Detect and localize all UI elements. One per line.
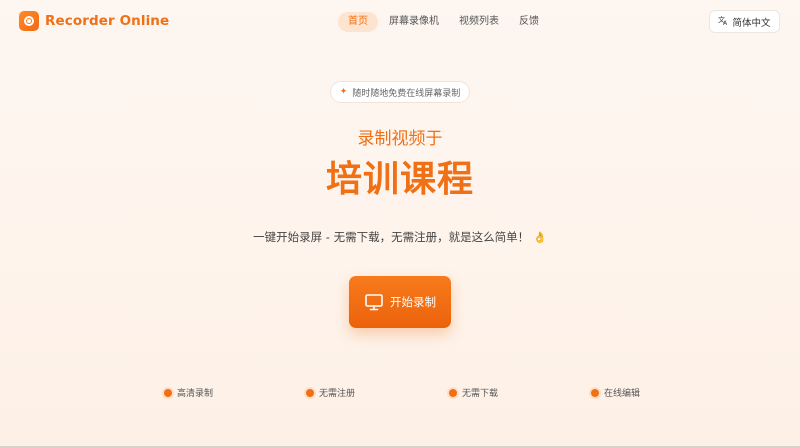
ok-hand-icon: 👌: [533, 231, 547, 244]
record-icon: [19, 11, 39, 31]
bullet-icon: [449, 388, 457, 397]
bullet-icon: [306, 388, 314, 397]
feature-label: 无需下载: [462, 389, 499, 399]
feature-item: 无需注册: [306, 386, 355, 399]
bullet-icon: [164, 388, 172, 397]
hero-badge-text: 随时随地免费在线屏幕录制: [352, 88, 461, 99]
nav-item-feedback[interactable]: 反馈: [510, 12, 548, 32]
brand-name: Recorder Online: [45, 13, 170, 29]
main-nav: 首页 屏幕录像机 视频列表 反馈: [338, 12, 550, 32]
feature-item: 高清录制: [164, 386, 213, 399]
feature-list: 高清录制 无需注册 无需下载 在线编辑: [0, 386, 800, 402]
hero-badge: ✦ 随时随地免费在线屏幕录制: [330, 81, 470, 103]
feature-label: 高清录制: [177, 389, 214, 399]
start-recording-button[interactable]: 开始录制: [349, 276, 451, 328]
language-selector[interactable]: 文A 简体中文: [709, 10, 780, 33]
tagline-text: 一键开始录屏 - 无需下载，无需注册，就是这么简单！: [253, 230, 530, 244]
nav-item-screen-recorder[interactable]: 屏幕录像机: [380, 12, 448, 32]
language-label: 简体中文: [732, 17, 771, 29]
feature-item: 无需下载: [449, 386, 498, 399]
nav-item-home[interactable]: 首页: [338, 12, 378, 32]
logo[interactable]: Recorder Online: [19, 11, 169, 31]
start-recording-label: 开始录制: [390, 295, 436, 309]
hero-title: 培训课程: [325, 159, 474, 200]
header: Recorder Online 首页 屏幕录像机 视频列表 反馈 文A 简体中文: [0, 0, 800, 44]
hero-tagline: 一键开始录屏 - 无需下载，无需注册，就是这么简单！ 👌: [0, 229, 800, 245]
nav-item-video-list[interactable]: 视频列表: [450, 12, 508, 32]
feature-item: 在线编辑: [591, 386, 640, 399]
bullet-icon: [591, 388, 599, 397]
hero-subtitle: 录制视频于: [357, 129, 443, 149]
svg-text:A: A: [723, 20, 728, 25]
translate-icon: 文A: [718, 15, 728, 28]
feature-label: 无需注册: [319, 389, 356, 399]
sparkle-icon: ✦: [339, 87, 348, 97]
feature-label: 在线编辑: [604, 389, 641, 399]
monitor-icon: [364, 292, 384, 312]
